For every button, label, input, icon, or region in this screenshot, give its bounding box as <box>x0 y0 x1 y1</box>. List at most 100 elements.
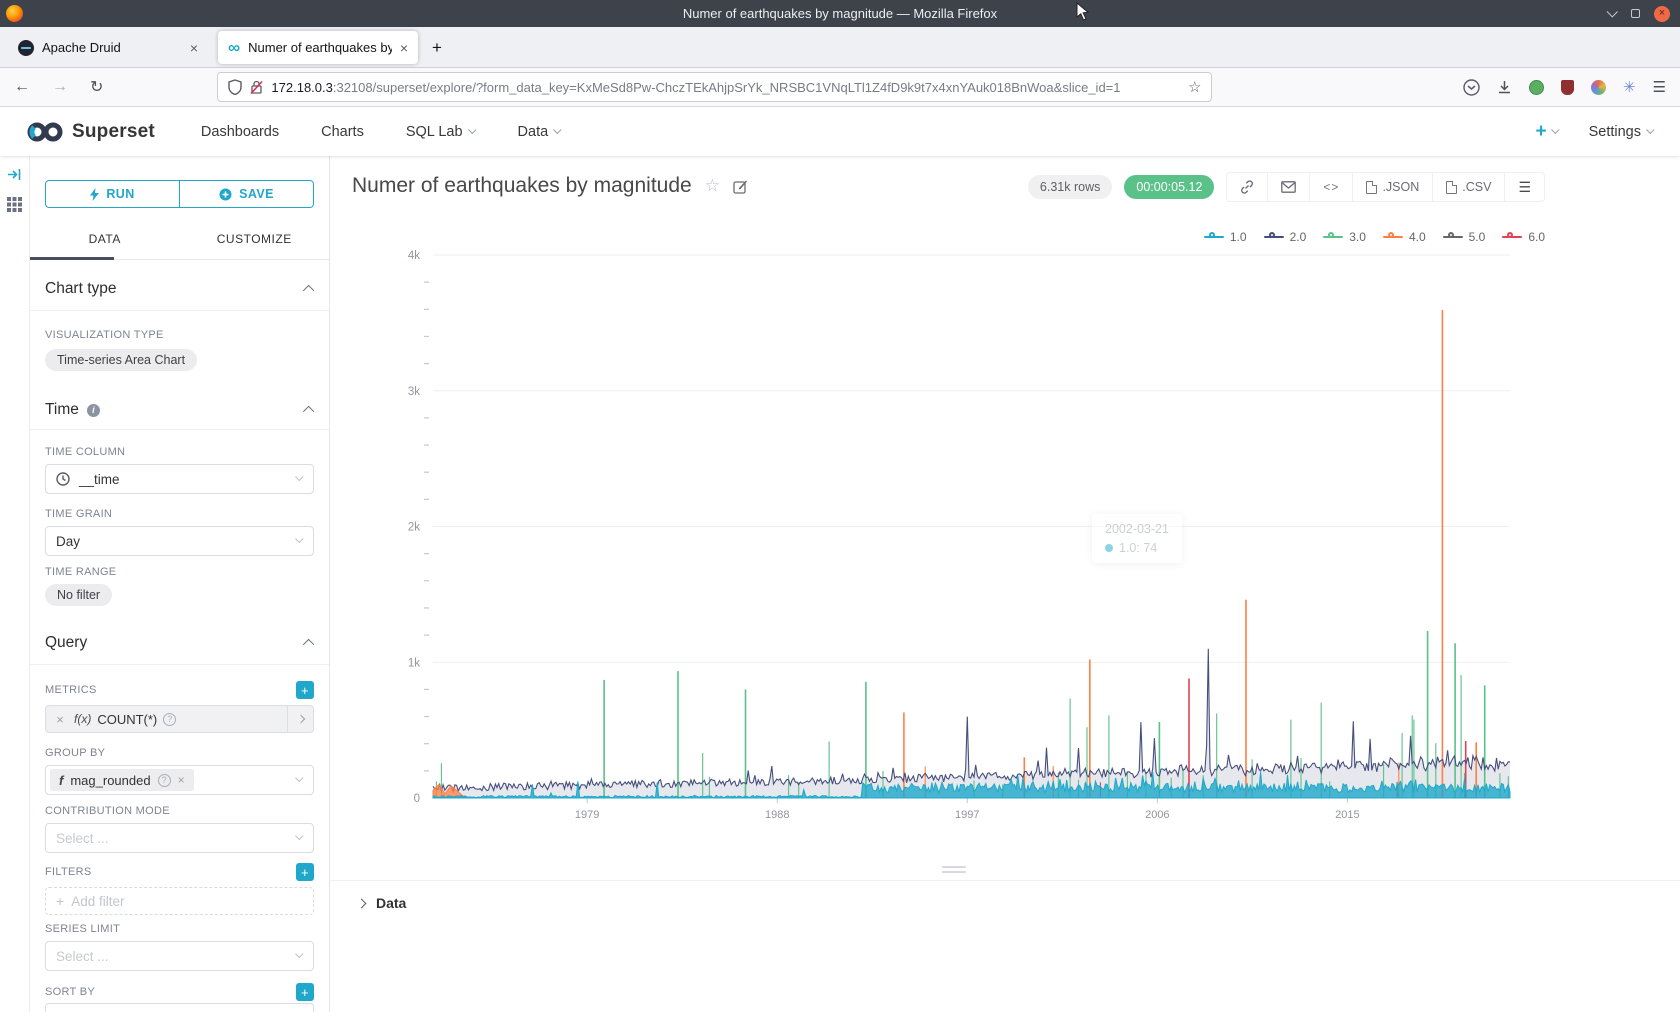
section-chart-type[interactable]: Chart type <box>45 280 314 298</box>
group-by-select[interactable]: f mag_rounded ? × <box>45 765 314 795</box>
favorite-star-icon[interactable]: ☆ <box>705 176 720 196</box>
add-metric-button[interactable]: + <box>296 681 314 699</box>
settings-menu[interactable]: Settings <box>1589 124 1654 140</box>
nav-sql-lab[interactable]: SQL Lab <box>406 124 476 140</box>
legend-item-6.0[interactable]: 6.0 <box>1502 230 1545 244</box>
resize-handle[interactable] <box>936 866 972 873</box>
time-range-label: TIME RANGE <box>45 566 116 578</box>
legend-marker-icon <box>1383 236 1403 238</box>
sort-by-select[interactable] <box>45 1003 314 1012</box>
chevron-down-icon <box>1646 125 1654 133</box>
mouse-cursor <box>1076 2 1091 22</box>
legend-label: 3.0 <box>1349 230 1366 244</box>
legend-item-2.0[interactable]: 2.0 <box>1264 230 1307 244</box>
superset-logo-icon <box>26 121 64 143</box>
superset-favicon-icon: ∞ <box>228 39 240 56</box>
window-maximize-icon[interactable] <box>1631 9 1640 18</box>
expand-metric-icon[interactable] <box>287 706 313 732</box>
section-time[interactable]: Time i <box>45 401 314 419</box>
timeseries-area-chart[interactable]: 4k3k2k1k019791988199720062015 <box>330 245 1680 830</box>
window-close-icon[interactable]: × <box>1654 6 1670 22</box>
copy-link-button[interactable] <box>1227 173 1267 201</box>
time-grain-select[interactable]: Day <box>45 526 314 556</box>
add-filter-dropzone[interactable]: + Add filter <box>45 887 314 915</box>
tab-earthquakes-active[interactable]: ∞ Numer of earthquakes by × <box>218 31 418 64</box>
url-bar[interactable]: 172.18.0.3:32108/superset/explore/?form_… <box>217 72 1212 102</box>
viz-type-value[interactable]: Time-series Area Chart <box>45 349 197 371</box>
chevron-down-icon <box>295 832 303 840</box>
chart-actions: <> .JSON .CSV ☰ <box>1226 172 1545 202</box>
add-sort-button[interactable]: + <box>296 983 314 1001</box>
legend-item-5.0[interactable]: 5.0 <box>1443 230 1486 244</box>
tracking-shield-icon[interactable] <box>228 79 242 95</box>
pocket-icon[interactable] <box>1463 79 1480 96</box>
panel-tabs: DATA CUSTOMIZE <box>30 220 329 260</box>
chart-menu-button[interactable]: ☰ <box>1504 173 1544 201</box>
new-item-button[interactable]: + <box>1535 121 1558 143</box>
downloads-icon[interactable] <box>1497 79 1512 95</box>
svg-text:1988: 1988 <box>765 809 789 821</box>
chevron-down-icon <box>468 125 476 133</box>
contribution-mode-select[interactable]: Select ... <box>45 823 314 853</box>
extension-palette-icon[interactable] <box>1591 80 1606 95</box>
tab-customize[interactable]: CUSTOMIZE <box>180 220 330 259</box>
legend-marker-icon <box>1323 236 1343 238</box>
series-limit-label: SERIES LIMIT <box>45 923 120 935</box>
embed-code-button[interactable]: <> <box>1309 173 1352 201</box>
insecure-lock-icon[interactable] <box>250 80 263 95</box>
row-count-badge: 6.31k rows <box>1028 175 1112 199</box>
tab-apache-druid[interactable]: Apache Druid × <box>8 31 208 64</box>
metric-chip[interactable]: × f(x) COUNT(*) ? <box>45 705 314 733</box>
legend-label: 1.0 <box>1230 230 1247 244</box>
legend-label: 6.0 <box>1528 230 1545 244</box>
window-minimize-icon[interactable] <box>1609 7 1617 21</box>
svg-text:2015: 2015 <box>1335 809 1359 821</box>
extension-asterisk-icon[interactable]: ✳ <box>1623 78 1636 96</box>
time-grain-label: TIME GRAIN <box>45 508 112 520</box>
remove-metric-icon[interactable]: × <box>46 706 74 732</box>
browser-menu-icon[interactable]: ☰ <box>1653 78 1666 96</box>
run-button[interactable]: RUN <box>45 180 180 208</box>
datasource-grid-icon[interactable] <box>7 197 22 212</box>
collapse-panel-icon[interactable] <box>7 168 22 181</box>
email-share-button[interactable] <box>1267 173 1309 201</box>
svg-text:4k: 4k <box>408 250 420 262</box>
svg-text:0: 0 <box>414 793 420 805</box>
bookmark-star-icon[interactable]: ☆ <box>1188 78 1201 96</box>
series-limit-select[interactable]: Select ... <box>45 941 314 971</box>
data-panel-label: Data <box>376 895 406 911</box>
time-range-value[interactable]: No filter <box>45 584 112 606</box>
reload-button[interactable]: ↻ <box>90 77 103 97</box>
extension-ublock-icon[interactable] <box>1561 80 1574 95</box>
time-column-select[interactable]: __time <box>45 464 314 494</box>
tab-close-icon[interactable]: × <box>190 40 198 56</box>
back-button[interactable]: ← <box>14 78 30 96</box>
save-button[interactable]: SAVE <box>179 180 314 208</box>
export-json-button[interactable]: .JSON <box>1352 173 1432 201</box>
add-filter-button[interactable]: + <box>296 863 314 881</box>
export-csv-button[interactable]: .CSV <box>1432 173 1504 201</box>
section-query[interactable]: Query <box>45 634 314 652</box>
control-panel: RUN SAVE DATA CUSTOMIZE Chart type VISUA… <box>30 156 330 1012</box>
legend-item-3.0[interactable]: 3.0 <box>1323 230 1366 244</box>
data-panel-toggle[interactable]: Data <box>330 880 1680 911</box>
superset-brand[interactable]: Superset <box>26 121 155 143</box>
nav-data[interactable]: Data <box>518 124 562 140</box>
tab-data[interactable]: DATA <box>30 220 180 259</box>
legend-item-1.0[interactable]: 1.0 <box>1204 230 1247 244</box>
forward-button[interactable]: → <box>52 78 68 96</box>
tab-close-icon[interactable]: × <box>400 40 408 56</box>
left-rail <box>0 156 30 1012</box>
nav-dashboards[interactable]: Dashboards <box>201 124 279 140</box>
legend-item-4.0[interactable]: 4.0 <box>1383 230 1426 244</box>
extension-adguard-icon[interactable] <box>1529 80 1544 95</box>
url-text[interactable]: 172.18.0.3:32108/superset/explore/?form_… <box>271 80 1180 95</box>
remove-chip-icon[interactable]: × <box>178 773 185 787</box>
nav-charts[interactable]: Charts <box>321 124 364 140</box>
group-by-chip[interactable]: f mag_rounded ? × <box>50 769 194 791</box>
chevron-right-icon <box>357 898 367 908</box>
new-tab-button[interactable]: + <box>432 38 442 58</box>
chart-panel: Numer of earthquakes by magnitude ☆ 6.31… <box>330 156 1680 1012</box>
superset-header: Superset Dashboards Charts SQL Lab Data … <box>0 107 1680 156</box>
edit-title-icon[interactable] <box>733 179 748 194</box>
